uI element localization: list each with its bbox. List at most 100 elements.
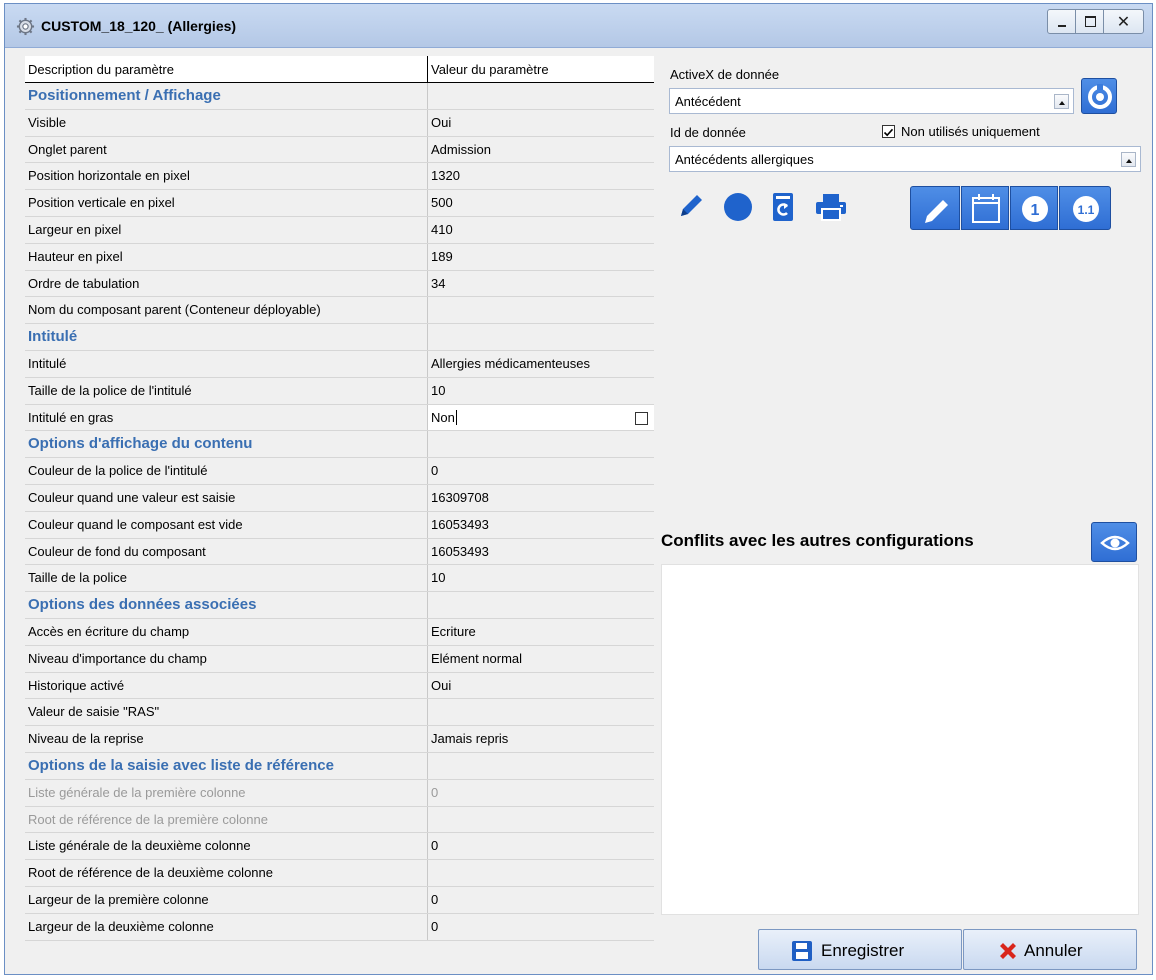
table-row[interactable]: Valeur de saisie "RAS" — [25, 699, 654, 727]
maximize-button[interactable] — [1075, 9, 1104, 34]
table-row[interactable]: Niveau de la reprise Jamais repris — [25, 726, 654, 753]
table-row[interactable]: Historique activé Oui — [25, 672, 654, 700]
edit-mode-button[interactable] — [910, 186, 960, 230]
number-one-one-button[interactable]: 1.1 — [1059, 186, 1111, 230]
parameter-value[interactable]: 0 — [428, 914, 654, 940]
data-id-select[interactable]: Antécédents allergiques — [669, 146, 1141, 172]
parameter-value[interactable]: 16053493 — [428, 512, 654, 538]
parameter-value[interactable]: Ecriture — [428, 619, 654, 645]
table-row[interactable]: Liste générale de la deuxième colonne 0 — [25, 833, 654, 861]
parameter-value — [428, 431, 654, 457]
cancel-button[interactable]: Annuler — [963, 929, 1137, 970]
title-bar[interactable]: CUSTOM_18_120_ (Allergies) ✕ — [5, 4, 1152, 48]
table-row[interactable]: Liste générale de la première colonne 0 — [25, 779, 654, 807]
print-icon[interactable] — [814, 192, 848, 222]
parameter-value[interactable]: 10 — [428, 565, 654, 591]
close-button[interactable]: ✕ — [1103, 9, 1144, 34]
bold-toggle-checkbox[interactable] — [635, 411, 648, 425]
table-row[interactable]: Nom du composant parent (Conteneur déplo… — [25, 297, 654, 325]
calendar-button[interactable] — [961, 186, 1009, 230]
parameter-value[interactable]: 10 — [428, 378, 654, 404]
parameter-description: Nom du composant parent (Conteneur déplo… — [25, 297, 428, 324]
table-row[interactable]: Intitulé Allergies médicamenteuses — [25, 350, 654, 378]
parameter-value[interactable]: Jamais repris — [428, 726, 654, 752]
table-row[interactable]: Ordre de tabulation 34 — [25, 270, 654, 298]
view-conflicts-button[interactable] — [1091, 522, 1137, 562]
activex-select[interactable]: Antécédent — [669, 88, 1074, 114]
section-title: Options des données associées — [25, 592, 428, 618]
window-title: CUSTOM_18_120_ (Allergies) — [41, 18, 237, 34]
table-row[interactable]: Root de référence de la première colonne — [25, 806, 654, 834]
parameter-value[interactable]: Non — [428, 404, 654, 431]
number-one-button[interactable]: 1 — [1010, 186, 1058, 230]
parameter-value[interactable]: Oui — [428, 673, 654, 699]
table-row[interactable]: Taille de la police de l'intitulé 10 — [25, 377, 654, 405]
minimize-button[interactable] — [1047, 9, 1076, 34]
chevron-down-icon[interactable] — [1121, 152, 1136, 167]
table-row[interactable]: Couleur de la police de l'intitulé 0 — [25, 458, 654, 485]
conflicts-list[interactable] — [661, 564, 1139, 915]
parameter-value — [428, 753, 654, 779]
parameter-value[interactable]: 0 — [428, 458, 654, 484]
table-row[interactable]: Taille de la police 10 — [25, 565, 654, 593]
pencil-icon[interactable] — [675, 190, 707, 222]
text-caret — [455, 409, 457, 425]
parameter-value[interactable]: 189 — [428, 244, 654, 270]
parameter-value[interactable]: 1320 — [428, 163, 654, 189]
circle-icon[interactable] — [722, 191, 754, 223]
save-button-label: Enregistrer — [821, 941, 905, 960]
refresh-button[interactable] — [1081, 78, 1117, 114]
column-separator[interactable] — [427, 56, 428, 83]
table-row[interactable]: Root de référence de la deuxième colonne — [25, 860, 654, 887]
chevron-down-icon[interactable] — [1054, 94, 1069, 109]
undo-document-icon[interactable] — [769, 191, 797, 223]
parameter-description: Liste générale de la première colonne — [25, 779, 428, 806]
table-row[interactable]: Position horizontale en pixel 1320 — [25, 163, 654, 191]
parameter-value[interactable]: 0 — [428, 780, 654, 806]
table-row[interactable]: Couleur de fond du composant 16053493 — [25, 538, 654, 566]
section-header-row: Intitulé — [25, 324, 654, 351]
table-row[interactable]: Couleur quand le composant est vide 16053… — [25, 511, 654, 539]
parameter-value-text: 0 — [431, 838, 439, 854]
table-row[interactable]: Onglet parent Admission — [25, 136, 654, 164]
parameter-value-text: Oui — [431, 677, 452, 693]
activex-label: ActiveX de donnée — [670, 67, 780, 82]
parameter-value[interactable]: Admission — [428, 137, 654, 163]
table-row[interactable]: Largeur de la première colonne 0 — [25, 886, 654, 914]
parameter-value[interactable]: 500 — [428, 190, 654, 216]
parameter-value[interactable]: 16053493 — [428, 539, 654, 565]
table-row[interactable]: Accès en écriture du champ Ecriture — [25, 618, 654, 646]
parameter-value[interactable]: Elément normal — [428, 646, 654, 672]
parameter-value[interactable] — [428, 699, 654, 725]
table-row[interactable]: Position verticale en pixel 500 — [25, 190, 654, 217]
table-row[interactable]: Largeur de la deuxième colonne 0 — [25, 913, 654, 941]
column-header-value[interactable]: Valeur du paramètre — [431, 62, 549, 77]
parameter-value[interactable]: 0 — [428, 887, 654, 913]
parameter-value[interactable]: Oui — [428, 110, 654, 136]
parameter-description: Position verticale en pixel — [25, 190, 428, 216]
table-row[interactable]: Hauteur en pixel 189 — [25, 243, 654, 271]
parameter-value[interactable] — [428, 297, 654, 323]
parameter-description: Intitulé en gras — [25, 404, 428, 431]
unused-only-checkbox[interactable] — [882, 125, 895, 138]
unused-only-label[interactable]: Non utilisés uniquement — [901, 124, 1040, 139]
parameter-value[interactable] — [428, 860, 654, 886]
parameter-value-text: 16309708 — [431, 489, 489, 505]
parameter-value[interactable]: 410 — [428, 217, 654, 243]
parameter-value[interactable]: 34 — [428, 271, 654, 297]
column-header-description[interactable]: Description du paramètre — [28, 62, 174, 77]
close-icon: ✕ — [1116, 14, 1131, 31]
parameter-value[interactable] — [428, 807, 654, 833]
parameter-value[interactable]: 0 — [428, 833, 654, 859]
section-header-row: Options de la saisie avec liste de référ… — [25, 752, 654, 780]
table-row[interactable]: Largeur en pixel 410 — [25, 216, 654, 244]
table-row[interactable]: Visible Oui — [25, 109, 654, 137]
table-row[interactable]: Couleur quand une valeur est saisie 16309… — [25, 484, 654, 512]
table-row[interactable]: Niveau d'importance du champ Elément norm… — [25, 645, 654, 673]
save-button[interactable]: Enregistrer — [758, 929, 962, 970]
parameter-value[interactable]: 16309708 — [428, 485, 654, 511]
parameter-value[interactable]: Allergies médicamenteuses — [428, 351, 654, 377]
table-row[interactable]: Intitulé en gras Non — [25, 404, 654, 432]
parameter-description: Visible — [25, 109, 428, 136]
conflicts-title: Conflits avec les autres configurations — [661, 531, 974, 550]
